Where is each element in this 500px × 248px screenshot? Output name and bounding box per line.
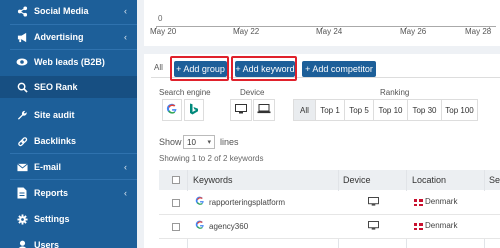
sidebar-item-advertising[interactable]: Advertising ‹	[0, 26, 137, 48]
desktop-icon	[368, 197, 379, 208]
sidebar: Social Media ‹ Advertising ‹ Web leads (…	[0, 0, 137, 248]
sidebar-item-label: Site audit	[34, 110, 75, 120]
rank-option-top-30[interactable]: Top 30	[407, 99, 441, 121]
keyword-cell[interactable]: agency360	[209, 222, 248, 231]
laptop-filter[interactable]	[253, 99, 275, 121]
x-axis-tick-label: May 20	[150, 27, 177, 36]
sidebar-item-label: Social Media	[34, 6, 89, 16]
user-icon	[16, 239, 28, 248]
link-icon	[16, 135, 28, 147]
google-icon	[166, 103, 178, 118]
chevron-left-icon: ‹	[124, 188, 127, 198]
search-icon	[16, 81, 28, 93]
table-row[interactable]: rapporteringsplatform Denmark	[159, 191, 500, 215]
x-axis-tick-label: May 24	[316, 27, 343, 36]
chevron-left-icon: ‹	[124, 32, 127, 42]
x-axis-tick-label: May 28	[465, 27, 492, 36]
sidebar-item-reports[interactable]: Reports ‹	[0, 182, 137, 204]
sidebar-item-label: Settings	[34, 214, 70, 224]
desktop-filter[interactable]	[230, 99, 252, 121]
column-header-search-engine[interactable]: Se	[489, 175, 500, 185]
sidebar-item-label: Advertising	[34, 32, 84, 42]
highlight-box	[170, 56, 229, 81]
chevron-left-icon: ‹	[124, 162, 127, 172]
megaphone-icon	[16, 31, 28, 43]
eye-icon	[16, 56, 28, 68]
sidebar-item-label: SEO Rank	[34, 82, 78, 92]
x-axis-tick-label: May 22	[233, 27, 260, 36]
laptop-icon	[257, 103, 271, 117]
table-row[interactable]: agency360 Denmark	[159, 215, 500, 239]
denmark-flag-icon	[414, 199, 423, 206]
keyword-cell[interactable]: rapporteringsplatform	[209, 198, 285, 207]
rank-option-top-100[interactable]: Top 100	[441, 99, 478, 121]
lines-per-page-select[interactable]: 10 ▾	[183, 135, 215, 149]
sidebar-item-label: Backlinks	[34, 136, 77, 146]
column-header-device[interactable]: Device	[343, 175, 371, 185]
ranking-filter-group: All Top 1 Top 5 Top 10 Top 30 Top 100	[293, 99, 493, 121]
rank-option-top-5[interactable]: Top 5	[344, 99, 373, 121]
denmark-flag-icon	[414, 223, 423, 230]
lines-per-page-value: 10	[187, 137, 196, 147]
sidebar-item-social-media[interactable]: Social Media ‹	[0, 0, 137, 22]
bing-icon	[189, 103, 199, 118]
wrench-icon	[16, 109, 28, 121]
sidebar-item-backlinks[interactable]: Backlinks	[0, 130, 137, 152]
envelope-icon	[16, 161, 28, 173]
y-axis-zero-label: 0	[158, 14, 163, 23]
lines-label: lines	[220, 137, 239, 147]
sidebar-item-users[interactable]: Users	[0, 234, 137, 248]
desktop-icon	[235, 103, 247, 117]
add-competitor-button[interactable]: + Add competitor	[302, 61, 376, 77]
rank-option-top-10[interactable]: Top 10	[373, 99, 407, 121]
ranking-label: Ranking	[380, 88, 410, 97]
share-icon	[16, 5, 28, 17]
google-icon	[195, 220, 205, 233]
chevron-left-icon: ‹	[124, 6, 127, 16]
sidebar-divider	[10, 24, 137, 25]
location-cell: Denmark	[425, 221, 458, 230]
gear-icon	[16, 213, 28, 225]
showing-count: Showing 1 to 2 of 2 keywords	[159, 154, 264, 163]
tab-all[interactable]: All	[154, 63, 163, 72]
sidebar-item-label: Users	[34, 240, 60, 248]
sidebar-item-seo-rank[interactable]: SEO Rank	[0, 76, 137, 98]
sidebar-item-web-leads[interactable]: Web leads (B2B)	[0, 51, 137, 73]
sidebar-divider	[10, 49, 137, 50]
desktop-icon	[368, 221, 379, 232]
sidebar-item-site-audit[interactable]: Site audit	[0, 104, 137, 126]
ranking-chart: 0 May 20 May 22 May 24 May 26 May 28	[144, 0, 500, 46]
table-header: Keywords Device Location Se	[159, 170, 500, 190]
row-checkbox[interactable]	[172, 223, 180, 231]
select-all-checkbox[interactable]	[172, 176, 180, 184]
report-icon	[16, 187, 28, 199]
column-header-location[interactable]: Location	[412, 175, 446, 185]
google-filter[interactable]	[162, 99, 182, 121]
column-header-keywords[interactable]: Keywords	[193, 175, 233, 185]
show-label: Show	[159, 137, 182, 147]
sidebar-divider	[10, 179, 137, 180]
rank-option-top-1[interactable]: Top 1	[315, 99, 344, 121]
x-axis-tick-label: May 26	[400, 27, 427, 36]
sidebar-divider	[10, 153, 137, 154]
google-icon	[195, 196, 205, 209]
rank-option-all[interactable]: All	[293, 99, 315, 121]
search-engine-label: Search engine	[159, 88, 211, 97]
row-checkbox[interactable]	[172, 199, 180, 207]
sidebar-item-label: Web leads (B2B)	[34, 57, 105, 67]
sidebar-item-settings[interactable]: Settings	[0, 208, 137, 230]
device-label: Device	[240, 88, 265, 97]
chevron-down-icon: ▾	[207, 139, 211, 146]
highlight-box	[231, 56, 297, 81]
location-cell: Denmark	[425, 197, 458, 206]
sidebar-item-label: Reports	[34, 188, 69, 198]
sidebar-item-e-mail[interactable]: E-mail ‹	[0, 156, 137, 178]
sidebar-item-label: E-mail	[34, 162, 62, 172]
bing-filter[interactable]	[184, 99, 204, 121]
